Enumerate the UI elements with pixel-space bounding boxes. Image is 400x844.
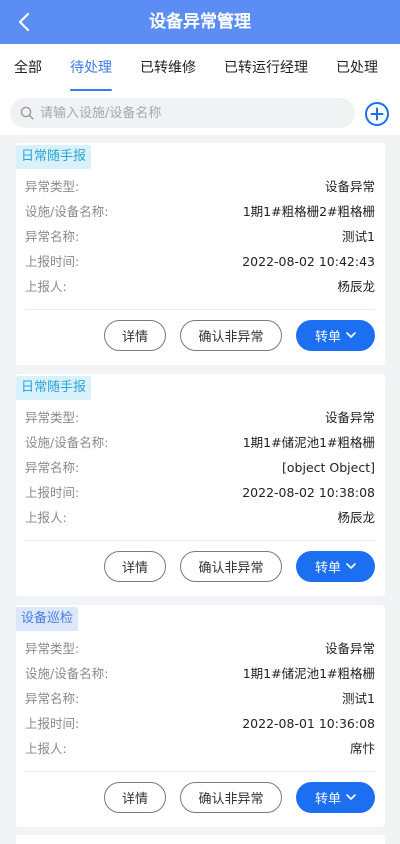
reporter-label: 上报人: (25, 510, 67, 525)
time-row: 上报时间: 2022-08-02 10:38:08 (25, 483, 375, 503)
page-title: 设备异常管理 (149, 12, 251, 32)
top-bar: 设备异常管理 (0, 0, 400, 44)
name-label: 异常名称: (25, 691, 80, 706)
source-badge: 设备巡检 (16, 607, 79, 631)
detail-button[interactable]: 详情 (104, 320, 166, 351)
name-row: 异常名称: 测试1 (25, 689, 375, 709)
name-label: 异常名称: (25, 460, 80, 475)
card-divider (25, 309, 375, 310)
transfer-label: 转单 (314, 792, 341, 807)
search-field[interactable] (10, 98, 355, 128)
name-row: 异常名称: 测试1 (25, 227, 375, 247)
tab-repair[interactable]: 已转维修 (126, 44, 210, 93)
reporter-value: 杨辰龙 (337, 510, 375, 525)
reporter-value: 席忭 (349, 741, 375, 756)
detail-button[interactable]: 详情 (104, 782, 166, 813)
back-button[interactable] (6, 4, 42, 40)
name-row: 异常名称: [object Object] (25, 458, 375, 478)
reporter-label: 上报人: (25, 741, 67, 756)
time-value: 2022-08-01 10:36:08 (242, 716, 375, 731)
facility-label: 设施/设备名称: (25, 666, 109, 681)
chevron-down-icon (346, 794, 356, 800)
confirm-not-abnormal-button[interactable]: 确认非异常 (180, 782, 282, 813)
confirm-not-abnormal-button[interactable]: 确认非异常 (180, 551, 282, 582)
chevron-down-icon (346, 332, 356, 338)
search-input[interactable] (40, 105, 320, 121)
facility-value: 1期1#储泥池1#粗格栅 (242, 435, 375, 450)
reporter-row: 上报人: 杨辰龙 (25, 508, 375, 528)
tab-pending[interactable]: 待处理 (56, 44, 126, 93)
time-label: 上报时间: (25, 716, 80, 731)
facility-row: 设施/设备名称: 1期1#储泥池1#粗格栅 (25, 664, 375, 684)
chevron-down-icon (346, 563, 356, 569)
time-label: 上报时间: (25, 254, 80, 269)
chevron-left-icon (18, 12, 30, 32)
source-badge: 日常随手报 (16, 376, 92, 400)
type-label: 异常类型: (25, 410, 80, 425)
facility-row: 设施/设备名称: 1期1#粗格栅2#粗格栅 (25, 202, 375, 222)
search-bar (0, 93, 400, 135)
record-card: 日常随手报 异常类型: 设备异常 设施/设备名称: 1期1#粗格栅2#粗格栅 异… (16, 143, 385, 365)
reporter-value: 杨辰龙 (337, 279, 375, 294)
time-value: 2022-08-02 10:38:08 (242, 485, 375, 500)
search-icon (20, 106, 34, 120)
name-value: 测试1 (342, 691, 375, 706)
time-row: 上报时间: 2022-08-02 10:42:43 (25, 252, 375, 272)
facility-value: 1期1#储泥池1#粗格栅 (242, 666, 375, 681)
transfer-label: 转单 (314, 561, 341, 576)
detail-button[interactable]: 详情 (104, 551, 166, 582)
record-card: 日常随手报 异常类型: 设备异常 设施/设备名称: 1期1#储泥池1#粗格栅 异… (16, 374, 385, 596)
type-value: 设备异常 (324, 179, 375, 194)
time-label: 上报时间: (25, 485, 80, 500)
record-card: 设备巡检 异常类型: 设备异常 设施/设备名称: 1期1#储泥池1#粗格栅 异常… (16, 605, 385, 827)
plus-circle-icon[interactable] (364, 101, 390, 127)
card-divider (25, 771, 375, 772)
transfer-button[interactable]: 转单 (296, 782, 375, 813)
facility-value: 1期1#粗格栅2#粗格栅 (242, 204, 375, 219)
facility-label: 设施/设备名称: (25, 435, 109, 450)
type-row: 异常类型: 设备异常 (25, 639, 375, 659)
name-label: 异常名称: (25, 229, 80, 244)
transfer-button[interactable]: 转单 (296, 320, 375, 351)
confirm-not-abnormal-button[interactable]: 确认非异常 (180, 320, 282, 351)
type-label: 异常类型: (25, 641, 80, 656)
reporter-row: 上报人: 席忭 (25, 739, 375, 759)
facility-row: 设施/设备名称: 1期1#储泥池1#粗格栅 (25, 433, 375, 453)
status-tabs: 全部 待处理 已转维修 已转运行经理 已处理 (0, 44, 400, 93)
type-row: 异常类型: 设备异常 (25, 408, 375, 428)
type-row: 异常类型: 设备异常 (25, 177, 375, 197)
type-value: 设备异常 (324, 641, 375, 656)
name-value: [object Object] (282, 460, 375, 475)
tab-all[interactable]: 全部 (0, 44, 56, 93)
type-value: 设备异常 (324, 410, 375, 425)
source-badge: 日常随手报 (16, 145, 92, 169)
reporter-label: 上报人: (25, 279, 67, 294)
time-row: 上报时间: 2022-08-01 10:36:08 (25, 714, 375, 734)
card-divider (25, 540, 375, 541)
tab-ops-manager[interactable]: 已转运行经理 (210, 44, 322, 93)
facility-label: 设施/设备名称: (25, 204, 109, 219)
tab-processed[interactable]: 已处理 (322, 44, 392, 93)
name-value: 测试1 (342, 229, 375, 244)
reporter-row: 上报人: 杨辰龙 (25, 277, 375, 297)
record-card-partial (16, 835, 385, 844)
transfer-button[interactable]: 转单 (296, 551, 375, 582)
time-value: 2022-08-02 10:42:43 (242, 254, 375, 269)
type-label: 异常类型: (25, 179, 80, 194)
transfer-label: 转单 (314, 330, 341, 345)
